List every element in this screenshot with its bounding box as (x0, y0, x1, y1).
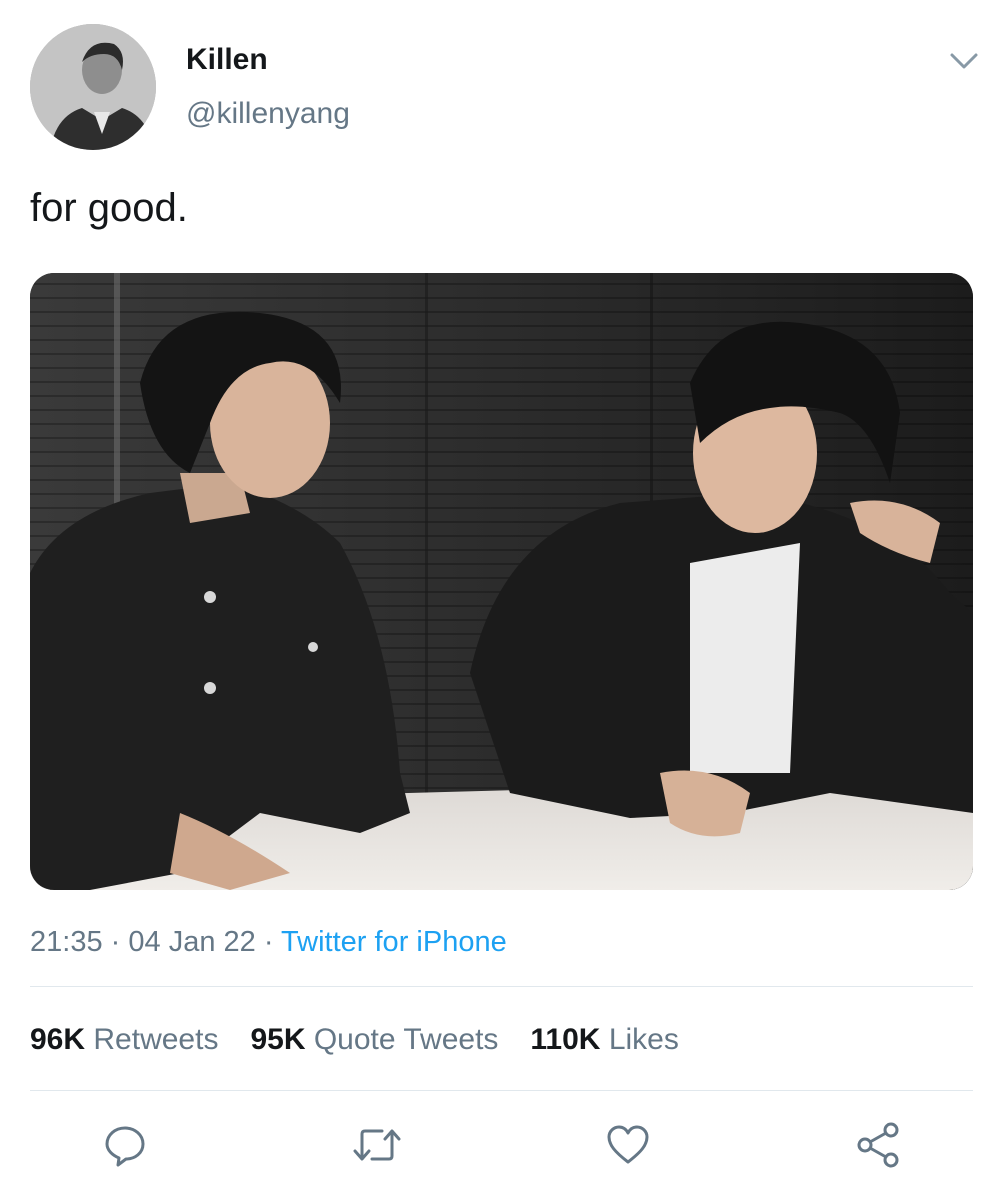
quote-tweets-count: 95K (250, 1023, 306, 1056)
quote-tweets-label: Quote Tweets (313, 1023, 499, 1056)
retweets-stat[interactable]: 96K Retweets (30, 1020, 218, 1060)
meta-separator: · (110, 926, 121, 958)
retweets-label: Retweets (93, 1023, 219, 1056)
tweet-date: 04 Jan 22 (128, 926, 256, 958)
share-icon (857, 1122, 899, 1168)
tweet-stats: 96K Retweets 95K Quote Tweets 110K Likes (30, 1020, 711, 1060)
likes-count: 110K (530, 1023, 601, 1056)
heart-icon (607, 1125, 649, 1164)
like-button[interactable] (603, 1120, 653, 1170)
chevron-down-icon[interactable] (946, 46, 982, 76)
reply-icon (105, 1126, 145, 1167)
reply-button[interactable] (100, 1120, 150, 1170)
avatar-image (30, 24, 156, 150)
avatar[interactable] (30, 24, 156, 150)
likes-label: Likes (608, 1023, 679, 1056)
tweet-time: 21:35 (30, 926, 103, 958)
quote-tweets-stat[interactable]: 95K Quote Tweets (250, 1020, 498, 1060)
divider (30, 986, 973, 987)
retweet-button[interactable] (352, 1120, 402, 1170)
tweet-text: for good. (30, 186, 188, 230)
tweet-meta: 21:35 · 04 Jan 22 · Twitter for iPhone (30, 924, 507, 960)
likes-stat[interactable]: 110K Likes (530, 1020, 678, 1060)
author-handle[interactable]: @killenyang (186, 96, 350, 132)
retweets-count: 96K (30, 1023, 86, 1056)
tweet-source-link[interactable]: Twitter for iPhone (281, 926, 507, 958)
share-button[interactable] (853, 1120, 903, 1170)
retweet-icon (353, 1129, 401, 1161)
tweet-photo[interactable] (30, 273, 973, 890)
meta-separator: · (263, 926, 274, 958)
divider (30, 1090, 973, 1091)
author-display-name[interactable]: Killen (186, 42, 268, 78)
photo-image (30, 273, 973, 890)
